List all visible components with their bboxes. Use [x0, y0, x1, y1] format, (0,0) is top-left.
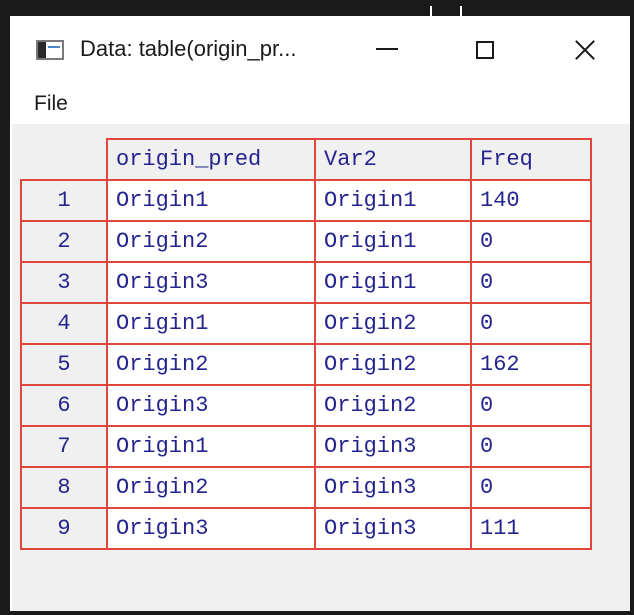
column-header-var2[interactable]: Var2 — [314, 138, 472, 181]
close-button[interactable] — [560, 30, 610, 70]
row-number[interactable]: 5 — [20, 343, 108, 386]
menu-file[interactable]: File — [34, 92, 68, 116]
cell-freq[interactable]: 0 — [470, 220, 592, 263]
cell-freq[interactable]: 162 — [470, 343, 592, 386]
row-number[interactable]: 2 — [20, 220, 108, 263]
header-row: origin_pred Var2 Freq — [21, 138, 592, 181]
row-number[interactable]: 7 — [20, 425, 108, 468]
cell-freq[interactable]: 0 — [470, 384, 592, 427]
cell-var2[interactable]: Origin1 — [314, 220, 472, 263]
cell-origin-pred[interactable]: Origin1 — [106, 425, 316, 468]
cell-var2[interactable]: Origin1 — [314, 261, 472, 304]
title-bar[interactable]: Data: table(origin_pr... — [12, 18, 630, 84]
menu-bar: File — [12, 84, 630, 124]
data-viewer-window: Data: table(origin_pr... File origin_pre… — [12, 18, 630, 611]
app-window-icon — [36, 40, 64, 60]
row-number[interactable]: 6 — [20, 384, 108, 427]
table-row: 8 Origin2 Origin3 0 — [20, 466, 592, 509]
frame-divider — [460, 6, 462, 16]
minimize-button[interactable] — [362, 30, 412, 70]
column-header-origin-pred[interactable]: origin_pred — [106, 138, 316, 181]
row-number[interactable]: 9 — [20, 507, 108, 550]
cell-origin-pred[interactable]: Origin2 — [106, 220, 316, 263]
cell-var2[interactable]: Origin2 — [314, 302, 472, 345]
close-icon — [574, 39, 596, 61]
cell-origin-pred[interactable]: Origin3 — [106, 507, 316, 550]
cell-freq[interactable]: 0 — [470, 261, 592, 304]
cell-var2[interactable]: Origin3 — [314, 507, 472, 550]
frame-divider — [430, 6, 432, 16]
row-number[interactable]: 8 — [20, 466, 108, 509]
table-row: 9 Origin3 Origin3 111 — [20, 507, 592, 550]
table-row: 3 Origin3 Origin1 0 — [20, 261, 592, 304]
cell-freq[interactable]: 0 — [470, 466, 592, 509]
table-row: 6 Origin3 Origin2 0 — [20, 384, 592, 427]
row-number[interactable]: 1 — [20, 179, 108, 222]
cell-freq[interactable]: 140 — [470, 179, 592, 222]
column-header-freq[interactable]: Freq — [470, 138, 592, 181]
cell-var2[interactable]: Origin2 — [314, 343, 472, 386]
data-grid: origin_pred Var2 Freq 1 Origin1 Origin1 … — [20, 138, 592, 550]
cell-origin-pred[interactable]: Origin3 — [106, 384, 316, 427]
cell-var2[interactable]: Origin3 — [314, 466, 472, 509]
cell-freq[interactable]: 0 — [470, 302, 592, 345]
cell-origin-pred[interactable]: Origin1 — [106, 179, 316, 222]
table-row: 2 Origin2 Origin1 0 — [20, 220, 592, 263]
cell-var2[interactable]: Origin1 — [314, 179, 472, 222]
cell-freq[interactable]: 111 — [470, 507, 592, 550]
data-grid-area: origin_pred Var2 Freq 1 Origin1 Origin1 … — [12, 124, 630, 611]
cell-origin-pred[interactable]: Origin2 — [106, 343, 316, 386]
table-row: 4 Origin1 Origin2 0 — [20, 302, 592, 345]
cell-var2[interactable]: Origin2 — [314, 384, 472, 427]
window-title: Data: table(origin_pr... — [80, 36, 297, 61]
window-frame-bottom — [0, 611, 634, 615]
table-row: 7 Origin1 Origin3 0 — [20, 425, 592, 468]
minimize-icon — [376, 48, 398, 50]
window-frame-right — [630, 0, 634, 615]
maximize-icon — [476, 41, 494, 59]
window-frame-left — [0, 0, 10, 615]
row-number[interactable]: 3 — [20, 261, 108, 304]
cell-origin-pred[interactable]: Origin3 — [106, 261, 316, 304]
cell-origin-pred[interactable]: Origin1 — [106, 302, 316, 345]
cell-var2[interactable]: Origin3 — [314, 425, 472, 468]
table-row: 5 Origin2 Origin2 162 — [20, 343, 592, 386]
window-frame-top — [0, 0, 634, 16]
maximize-button[interactable] — [460, 30, 510, 70]
cell-freq[interactable]: 0 — [470, 425, 592, 468]
cell-origin-pred[interactable]: Origin2 — [106, 466, 316, 509]
row-number[interactable]: 4 — [20, 302, 108, 345]
table-row: 1 Origin1 Origin1 140 — [20, 179, 592, 222]
grid-corner — [21, 139, 107, 180]
